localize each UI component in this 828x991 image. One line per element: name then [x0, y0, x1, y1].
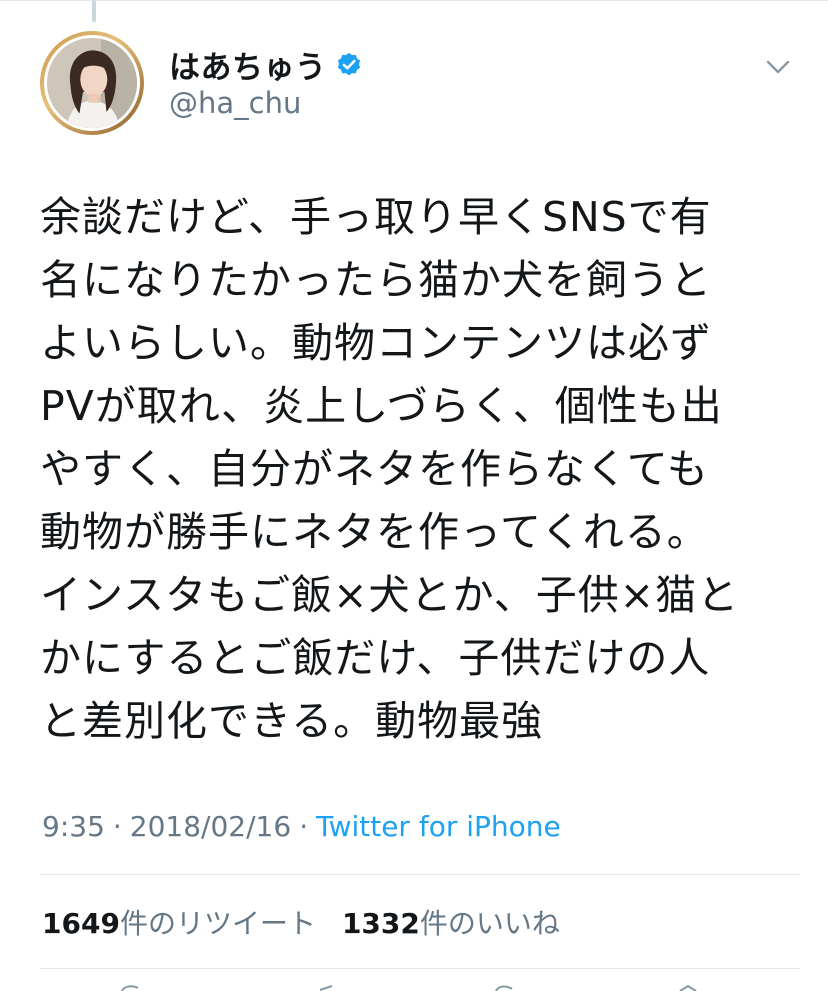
reply-icon — [121, 985, 139, 991]
top-border — [0, 0, 828, 1]
retweet-count: 1649 — [42, 907, 120, 940]
avatar-image-icon — [47, 38, 137, 128]
retweet-icon — [319, 985, 333, 991]
meta-separator: · — [299, 810, 309, 843]
avatar[interactable] — [40, 31, 144, 135]
verified-badge-icon — [337, 52, 360, 76]
thread-connector-line — [92, 0, 96, 22]
display-name[interactable]: はあちゅう — [169, 42, 327, 87]
action-bar-partial — [121, 984, 697, 991]
like-stat[interactable]: 1332件のいいね — [342, 902, 560, 942]
retweet-label: 件のリツイート — [119, 907, 316, 940]
divider — [40, 874, 800, 875]
chevron-down-icon[interactable] — [764, 56, 792, 78]
like-icon — [495, 985, 513, 991]
tweet-metadata: 9:35 · 2018/02/16 · Twitter for iPhone — [42, 810, 561, 843]
author-name-row[interactable]: はあちゅう — [169, 42, 363, 87]
tweet-stats: 1649件のリツイート 1332件のいいね — [42, 902, 586, 942]
tweet-time: 9:35 — [42, 810, 105, 843]
user-handle[interactable]: @ha_chu — [169, 86, 301, 120]
like-label: 件のいいね — [419, 907, 560, 940]
meta-separator: · — [112, 810, 122, 843]
like-count: 1332 — [341, 907, 420, 940]
avatar-photo — [44, 35, 140, 131]
tweet-source-link[interactable]: Twitter for iPhone — [316, 810, 561, 843]
retweet-stat[interactable]: 1649件のリツイート — [42, 902, 316, 942]
share-icon — [679, 984, 697, 991]
tweet-date: 2018/02/16 — [129, 810, 292, 843]
divider — [40, 968, 800, 969]
tweet-text: 余談だけど、手っ取り早くSNSで有 名になりたかったら猫か犬を飼うと よいらしい… — [40, 193, 740, 745]
